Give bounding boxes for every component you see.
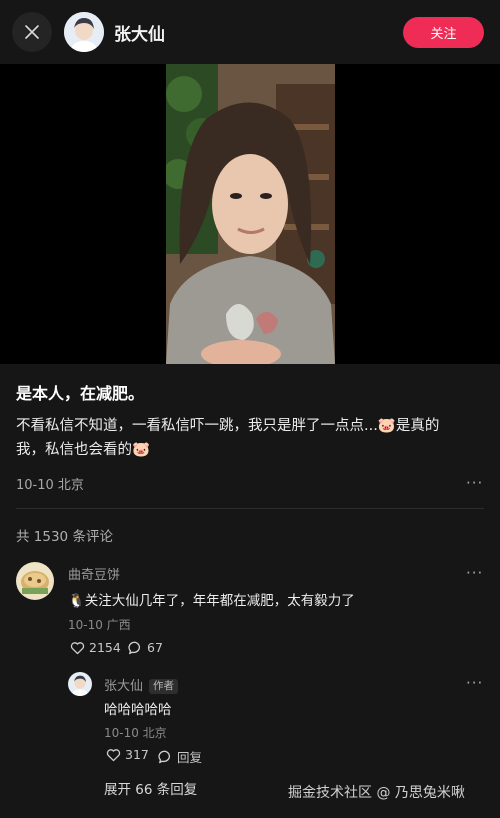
comment-like-button[interactable]: 2154 [70, 640, 121, 655]
media-area[interactable] [0, 64, 500, 364]
post-more-icon[interactable]: ··· [466, 474, 483, 492]
author-badge: 作者 [149, 679, 179, 694]
comment-date-location: 10-10 广西 [68, 618, 131, 632]
reply-reply-button[interactable]: 回复 [158, 747, 202, 766]
top-bar: 张大仙 关注 [0, 0, 500, 64]
reply-more-icon[interactable]: ··· [466, 674, 483, 692]
comment-text: 🐧关注大仙几年了，年年都在减肥，太有毅力了 [68, 593, 355, 609]
post-body: 不看私信不知道，一看私信吓一跳，我只是胖了一点点...🐷是真的 我，私信也会看的… [16, 414, 486, 462]
reply-author-name: 张大仙 [104, 679, 144, 694]
reply-date-location: 10-10 北京 [104, 726, 167, 740]
expand-replies-link[interactable]: 展开 66 条回复 [104, 778, 197, 798]
reply-text: 哈哈哈哈哈 [104, 702, 172, 718]
comment-reply-button[interactable]: 67 [128, 640, 163, 655]
close-button[interactable] [12, 12, 52, 52]
divider [16, 508, 484, 509]
watermark: 掘金技术社区 @ 乃思兔米啾 [288, 785, 465, 801]
reply-label: 回复 [177, 750, 203, 765]
heart-icon [106, 748, 121, 761]
post-title: 是本人，在减肥。 [16, 384, 145, 403]
post-body-line: 不看私信不知道，一看私信吓一跳，我只是胖了一点点...🐷是真的 [16, 418, 440, 434]
reply-avatar[interactable] [68, 672, 92, 696]
comment-icon [128, 641, 140, 654]
reply-count: 67 [147, 640, 163, 655]
follow-button[interactable]: 关注 [403, 17, 484, 48]
photo-illustration [166, 64, 335, 364]
commenter-name[interactable]: 曲奇豆饼 [68, 564, 120, 583]
close-icon [25, 25, 39, 39]
reply-avatar-image [68, 672, 92, 696]
avatar-image [64, 12, 104, 52]
like-count: 2154 [89, 640, 121, 655]
reply-author[interactable]: 张大仙 作者 [104, 675, 179, 694]
post-body-line: 我，私信也会看的🐷 [16, 442, 151, 458]
commenter-avatar[interactable] [16, 562, 54, 600]
post-date-location: 10-10 北京 [16, 478, 84, 493]
author-avatar[interactable] [64, 12, 104, 52]
comment-more-icon[interactable]: ··· [466, 564, 483, 582]
comment-icon [158, 750, 170, 763]
commenter-avatar-image [16, 562, 54, 600]
heart-icon [70, 641, 85, 654]
reply-like-count: 317 [125, 747, 149, 762]
post-photo[interactable] [166, 64, 335, 364]
reply-like-button[interactable]: 317 [106, 747, 149, 762]
author-name[interactable]: 张大仙 [114, 20, 165, 45]
comment-count: 共 1530 条评论 [16, 529, 113, 545]
